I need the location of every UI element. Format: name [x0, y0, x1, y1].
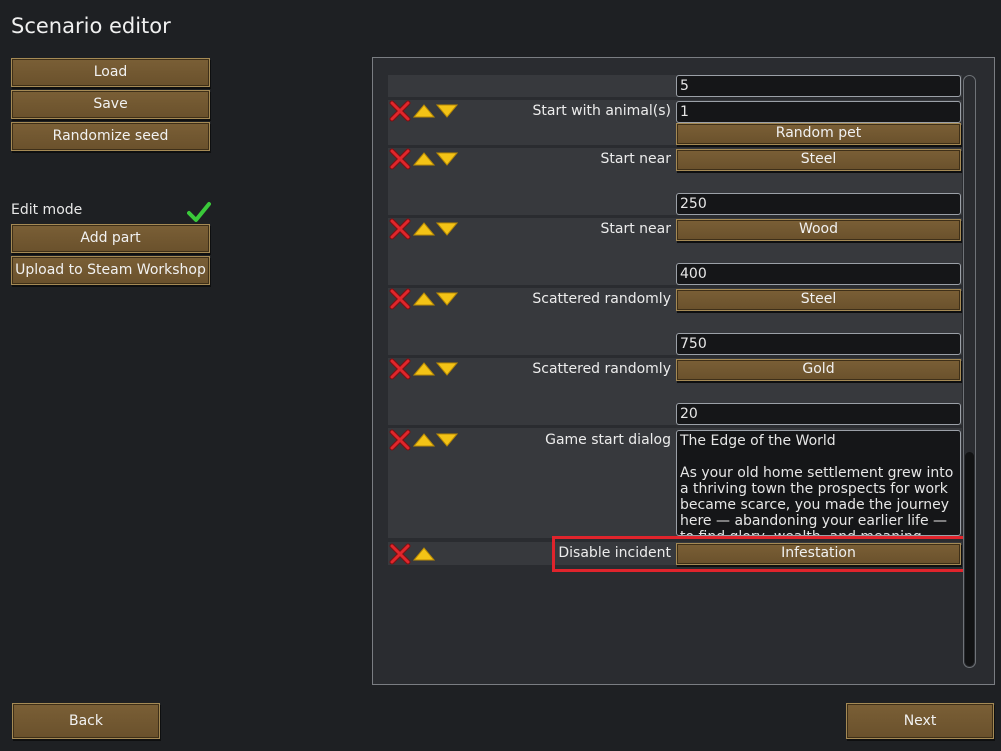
count-field[interactable]: 250 [676, 193, 961, 215]
part-label: Game start dialog [545, 432, 671, 448]
edit-mode-label: Edit mode [11, 202, 83, 218]
add-part-button[interactable]: Add part [11, 224, 210, 253]
dialog-body-text: As your old home settlement grew into a … [680, 465, 954, 535]
back-button[interactable]: Back [12, 703, 160, 739]
save-button[interactable]: Save [11, 90, 210, 119]
thing-select-button[interactable]: Wood [676, 219, 961, 241]
checkmark-icon[interactable] [187, 201, 211, 223]
dialog-text-area[interactable]: The Edge of the World As your old home s… [676, 430, 961, 536]
upload-steam-workshop-button[interactable]: Upload to Steam Workshop [11, 256, 210, 285]
thing-select-button[interactable]: Steel [676, 149, 961, 171]
thing-select-button[interactable]: Steel [676, 289, 961, 311]
count-field[interactable]: 750 [676, 333, 961, 355]
thing-select-button[interactable]: Gold [676, 359, 961, 381]
scrollbar-thumb[interactable] [965, 452, 974, 666]
count-field[interactable]: 20 [676, 403, 961, 425]
highlight-box [552, 536, 976, 572]
part-label: Scattered randomly [532, 361, 671, 377]
load-button[interactable]: Load [11, 58, 210, 87]
randomize-seed-button[interactable]: Randomize seed [11, 122, 210, 151]
next-button[interactable]: Next [846, 703, 994, 739]
part-label: Start near [600, 151, 671, 167]
random-pet-button[interactable]: Random pet [676, 123, 961, 145]
part-label: Scattered randomly [532, 291, 671, 307]
part-value-field[interactable]: 5 [676, 75, 961, 97]
dialog-title-text: The Edge of the World [680, 433, 836, 449]
page-title: Scenario editor [11, 14, 171, 38]
count-field[interactable]: 400 [676, 263, 961, 285]
part-label: Start with animal(s) [532, 103, 671, 119]
animals-count-field[interactable]: 1 [676, 101, 961, 123]
part-label: Start near [600, 221, 671, 237]
